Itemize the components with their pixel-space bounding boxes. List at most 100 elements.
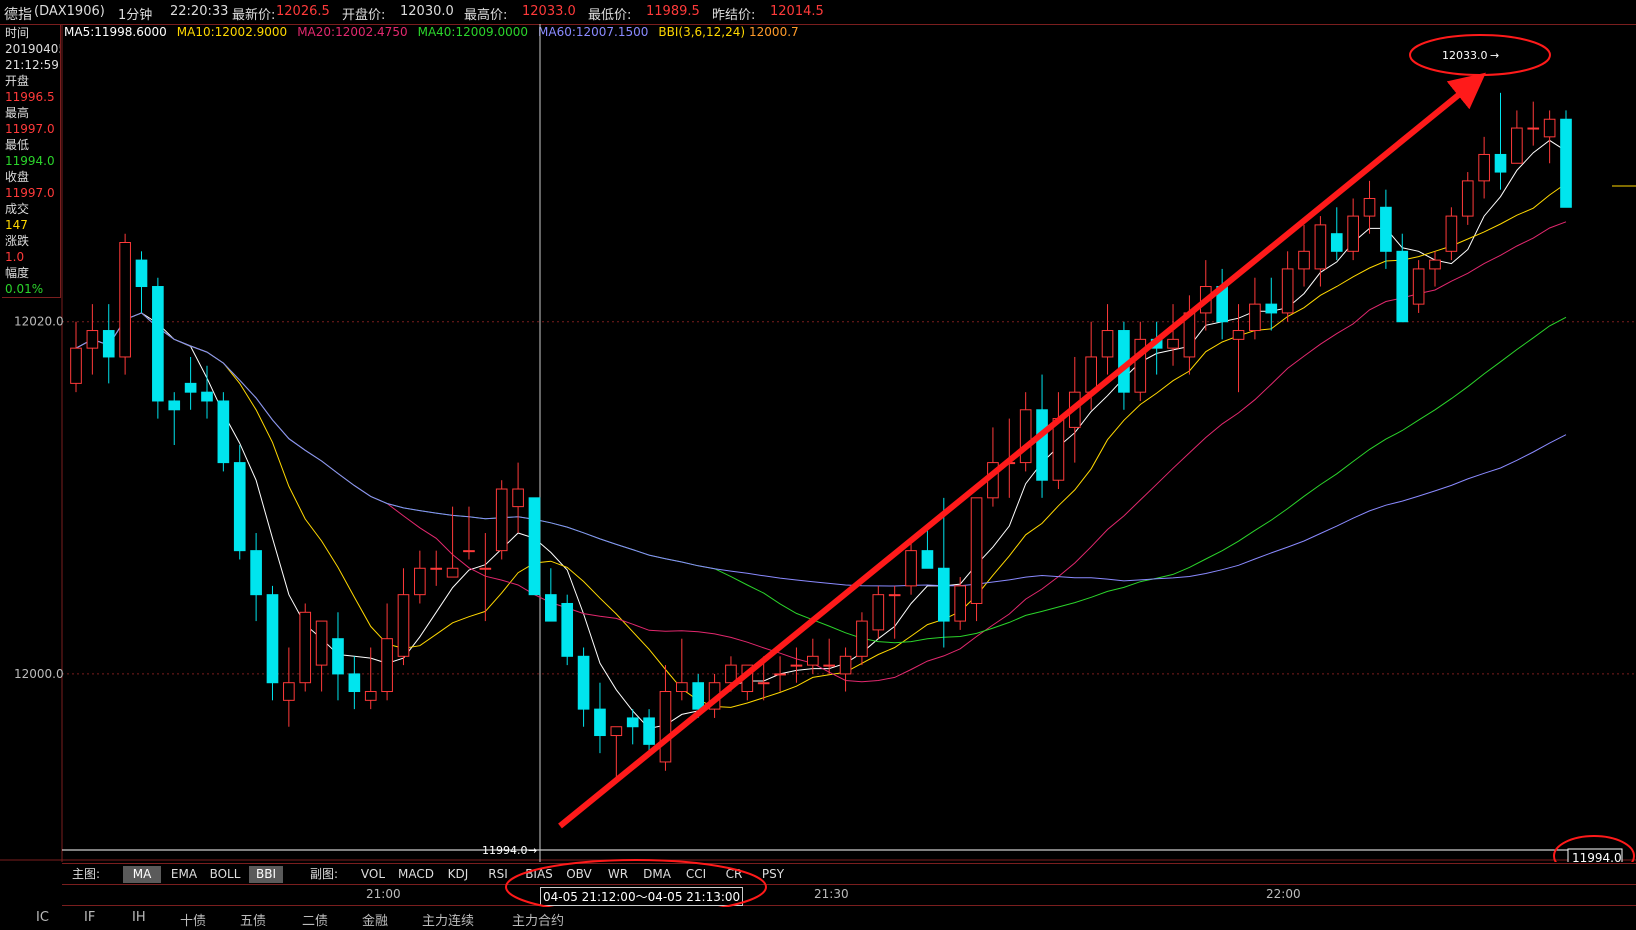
candle[interactable] — [479, 567, 492, 570]
candle[interactable] — [774, 673, 786, 676]
candle[interactable] — [266, 594, 279, 684]
candle[interactable] — [1478, 153, 1490, 182]
candle[interactable] — [1232, 330, 1245, 340]
candle[interactable] — [1363, 197, 1376, 217]
candle[interactable] — [1281, 268, 1294, 314]
candle[interactable] — [446, 567, 459, 578]
candle[interactable] — [1396, 250, 1409, 323]
candle[interactable] — [921, 550, 934, 569]
tab-two-year-bond[interactable]: 二债 — [302, 910, 328, 929]
tab-wr[interactable]: WR — [601, 866, 635, 883]
candle[interactable] — [692, 682, 705, 710]
candle[interactable] — [1085, 356, 1097, 393]
candle[interactable] — [1445, 215, 1458, 252]
tab-if[interactable]: IF — [84, 910, 95, 925]
candle[interactable] — [1380, 206, 1392, 252]
tab-five-year-bond[interactable]: 五债 — [240, 910, 266, 929]
candle[interactable] — [643, 717, 655, 745]
candle[interactable] — [1249, 303, 1261, 332]
tab-ma[interactable]: MA — [123, 866, 161, 883]
candle[interactable] — [1347, 215, 1359, 252]
candle[interactable] — [790, 664, 803, 667]
tab-bbi[interactable]: BBI — [249, 866, 283, 883]
tab-rsi[interactable]: RSI — [481, 866, 515, 883]
tab-ten-year-bond[interactable]: 十债 — [180, 910, 206, 929]
candle[interactable] — [201, 391, 213, 402]
candlestick-chart[interactable]: 12020.0 12000.0 12033.0 → 11994.0 → 1199… — [0, 0, 1636, 862]
candle[interactable] — [1461, 180, 1474, 217]
candle[interactable] — [1298, 250, 1310, 270]
candle[interactable] — [856, 620, 868, 657]
tab-psy[interactable]: PSY — [755, 866, 791, 883]
candle[interactable] — [217, 400, 230, 464]
candle[interactable] — [1314, 224, 1327, 270]
candle[interactable] — [102, 330, 115, 358]
candle[interactable] — [397, 594, 410, 657]
tab-macd[interactable]: MACD — [395, 866, 437, 883]
candle[interactable] — [888, 594, 901, 597]
candle[interactable] — [1543, 118, 1556, 138]
candle[interactable] — [806, 655, 819, 666]
tab-finance[interactable]: 金融 — [362, 910, 388, 929]
candle[interactable] — [430, 567, 443, 570]
candle[interactable] — [332, 638, 344, 675]
candle[interactable] — [594, 708, 606, 737]
candle[interactable] — [233, 462, 246, 552]
candle[interactable] — [135, 259, 148, 288]
candle[interactable] — [1429, 259, 1441, 270]
candle[interactable] — [954, 585, 966, 622]
candle[interactable] — [610, 726, 623, 737]
candle[interactable] — [1560, 118, 1572, 208]
candle[interactable] — [970, 497, 983, 604]
tab-bias[interactable]: BIAS — [521, 866, 557, 883]
candle[interactable] — [1036, 409, 1048, 481]
tab-dma[interactable]: DMA — [639, 866, 675, 883]
candle[interactable] — [119, 242, 131, 358]
candle[interactable] — [561, 602, 574, 657]
candle[interactable] — [676, 682, 688, 693]
candle[interactable] — [1019, 409, 1032, 464]
tab-ih[interactable]: IH — [132, 910, 146, 925]
candle[interactable] — [184, 382, 197, 393]
tab-kdj[interactable]: KDJ — [441, 866, 475, 883]
tab-ic[interactable]: IC — [36, 910, 49, 925]
candle[interactable] — [577, 655, 590, 710]
candle[interactable] — [299, 611, 312, 684]
candle[interactable] — [512, 488, 524, 508]
candle[interactable] — [168, 400, 181, 411]
candle[interactable] — [1052, 418, 1065, 481]
tab-cr[interactable]: CR — [717, 866, 751, 883]
tab-boll[interactable]: BOLL — [205, 866, 245, 883]
candle[interactable] — [463, 550, 475, 553]
candle[interactable] — [1511, 127, 1523, 164]
candle[interactable] — [315, 620, 328, 666]
tab-ema[interactable]: EMA — [165, 866, 203, 883]
candle[interactable] — [381, 638, 393, 693]
candle[interactable] — [1494, 153, 1507, 173]
candle[interactable] — [250, 550, 262, 596]
tab-main-continuous[interactable]: 主力连续 — [422, 910, 474, 929]
candle[interactable] — [659, 691, 672, 763]
candle[interactable] — [1167, 338, 1179, 349]
candle[interactable] — [626, 717, 639, 728]
candle[interactable] — [823, 664, 836, 667]
candle[interactable] — [414, 567, 426, 596]
candle[interactable] — [872, 594, 885, 631]
candle[interactable] — [1101, 330, 1114, 358]
candle[interactable] — [1265, 303, 1278, 314]
candle[interactable] — [1330, 233, 1343, 252]
candle[interactable] — [152, 286, 164, 402]
candle[interactable] — [757, 682, 770, 685]
candle[interactable] — [283, 682, 295, 701]
candle[interactable] — [1527, 127, 1540, 130]
tab-main-contract[interactable]: 主力合约 — [512, 910, 564, 929]
candle[interactable] — [70, 347, 82, 384]
tab-vol[interactable]: VOL — [355, 866, 391, 883]
candle[interactable] — [1412, 268, 1425, 305]
candle[interactable] — [86, 330, 99, 349]
candle[interactable] — [528, 497, 541, 596]
candle[interactable] — [545, 594, 557, 622]
candle[interactable] — [839, 655, 852, 675]
candle[interactable] — [348, 673, 361, 693]
tab-cci[interactable]: CCI — [679, 866, 713, 883]
